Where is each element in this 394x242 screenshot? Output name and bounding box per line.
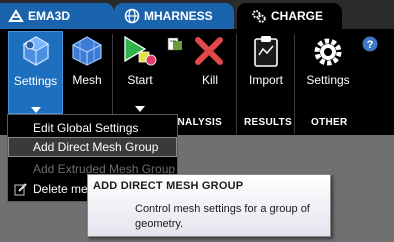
import-button[interactable]: Import <box>242 31 290 114</box>
tab-bar: EMA3D MHARNESS CHARGE <box>0 0 394 29</box>
kill-button[interactable]: Kill <box>188 31 232 114</box>
tab-ema3d[interactable]: EMA3D <box>0 3 114 29</box>
tooltip: ADD DIRECT MESH GROUP Control mesh setti… <box>87 174 331 237</box>
start-button[interactable]: Start <box>118 31 162 114</box>
mesh-label: Mesh <box>72 73 102 87</box>
menu-item-label: Delete me <box>33 182 88 196</box>
help-icon: ? <box>362 36 378 55</box>
kill-label: Kill <box>201 73 218 87</box>
menu-item-label: Edit Global Settings <box>33 121 139 135</box>
start-play-icon <box>123 35 157 70</box>
tab-label: EMA3D <box>28 9 71 23</box>
ribbon-separator <box>294 34 295 134</box>
edit-pencil-icon <box>14 182 28 199</box>
tooltip-body: Control mesh settings for a group of geo… <box>135 203 310 230</box>
other-settings-label: Settings <box>306 73 350 87</box>
ema3d-logo-icon <box>8 8 24 24</box>
mesh-icon <box>71 36 103 69</box>
group-label-results: RESULTS <box>244 117 293 128</box>
tab-label: CHARGE <box>271 9 324 23</box>
tab-label: MHARNESS <box>144 9 213 23</box>
ribbon-separator <box>236 34 237 134</box>
mesh-button[interactable]: Mesh <box>66 31 108 114</box>
mesh-settings-button[interactable]: Settings <box>8 31 63 114</box>
kill-x-icon <box>193 36 225 69</box>
dropdown-arrow-icon <box>135 101 145 115</box>
start-label: Start <box>127 73 153 87</box>
other-settings-button[interactable]: Settings <box>300 31 356 114</box>
menu-item-edit-global-settings[interactable]: Edit Global Settings <box>8 118 177 138</box>
gear-icon <box>312 36 344 71</box>
help-button[interactable]: ? <box>362 36 378 52</box>
document-grid-icon <box>167 36 183 55</box>
menu-item-add-direct-mesh-group[interactable]: Add Direct Mesh Group <box>8 137 177 157</box>
svg-text:?: ? <box>367 39 374 51</box>
mesh-settings-icon <box>20 35 52 70</box>
settings-label: Settings <box>13 74 58 88</box>
mharness-globe-icon <box>124 8 140 24</box>
charge-gears-icon <box>251 8 267 24</box>
tab-charge[interactable]: CHARGE <box>237 3 342 29</box>
import-label: Import <box>248 73 283 87</box>
group-label-other: OTHER <box>311 117 348 128</box>
tooltip-title: ADD DIRECT MESH GROUP <box>93 180 244 192</box>
small-tool-button[interactable] <box>167 36 185 54</box>
tab-mharness[interactable]: MHARNESS <box>114 3 234 29</box>
menu-item-label: Add Direct Mesh Group <box>33 140 159 154</box>
clipboard-import-icon <box>253 35 279 70</box>
